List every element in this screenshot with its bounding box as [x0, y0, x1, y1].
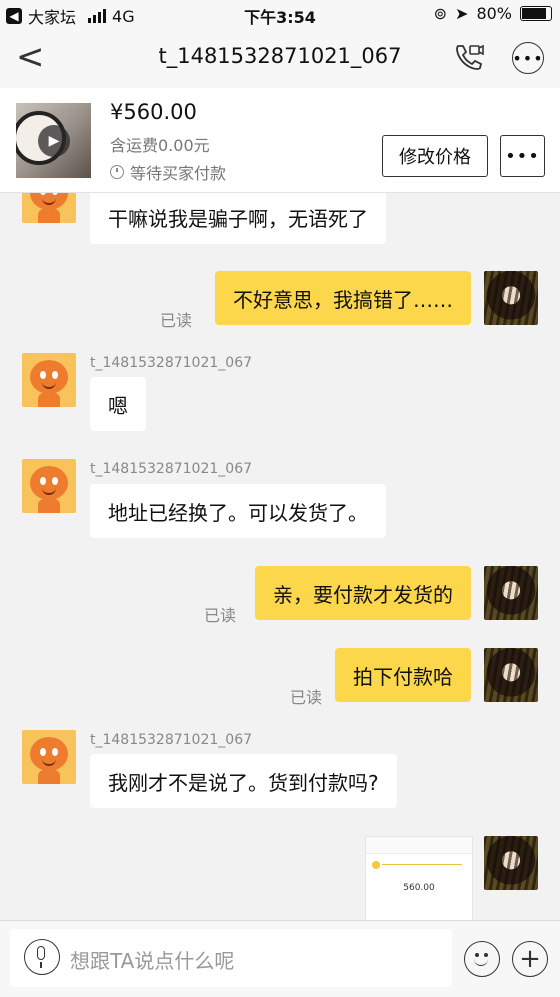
read-receipt: 已读 [204, 606, 237, 625]
my-message-bubble[interactable]: 亲，要付款才发货的 [255, 566, 471, 620]
input-bar: 想跟TA说点什么呢 + [0, 920, 560, 997]
microphone-icon[interactable] [24, 939, 60, 975]
nav-bar: < t_1481532871021_067 ••• [0, 28, 560, 88]
sender-name: t_1481532871021_067 [90, 461, 253, 477]
product-price: ¥560.00 [110, 100, 197, 124]
message-bubble[interactable]: 我刚才不是说了。货到付款吗? [90, 754, 397, 808]
message-bubble[interactable]: 地址已经换了。可以发货了。 [90, 484, 386, 538]
clock-icon [110, 165, 124, 179]
sender-name: t_1481532871021_067 [90, 732, 253, 748]
my-avatar[interactable] [484, 566, 538, 620]
message-input[interactable]: 想跟TA说点什么呢 [10, 929, 452, 987]
order-status: 等待买家付款 [110, 160, 226, 184]
play-icon: ▶ [38, 125, 70, 157]
image-amount: 560.00 [403, 883, 435, 893]
phone-video-call-icon[interactable] [452, 40, 486, 74]
seller-avatar[interactable] [22, 353, 76, 407]
location-icon: ➤ [455, 4, 469, 23]
seller-avatar[interactable] [22, 193, 76, 223]
seller-avatar[interactable] [22, 730, 76, 784]
sender-name: t_1481532871021_067 [90, 355, 253, 371]
product-card: ▶ ¥560.00 含运费0.00元 等待买家付款 修改价格 ••• [0, 88, 560, 193]
seller-avatar[interactable] [22, 459, 76, 513]
edit-price-button[interactable]: 修改价格 [382, 135, 488, 177]
image-message[interactable]: 560.00 [365, 836, 473, 922]
message-bubble[interactable]: 干嘛说我是骗子啊，无语死了 [90, 193, 386, 244]
my-message-bubble[interactable]: 拍下付款哈 [335, 648, 471, 702]
shipping-fee: 含运费0.00元 [110, 136, 210, 155]
message-input-placeholder: 想跟TA说点什么呢 [70, 949, 235, 973]
chat-area[interactable]: 干嘛说我是骗子啊，无语死了 已读 不好意思，我搞错了…… t_148153287… [0, 193, 560, 920]
battery-icon [520, 6, 552, 21]
my-avatar[interactable] [484, 271, 538, 325]
emoji-icon[interactable] [464, 941, 500, 977]
read-receipt: 已读 [160, 311, 193, 330]
plus-icon[interactable]: + [512, 941, 548, 977]
orientation-lock-icon: ⊚ [433, 4, 448, 23]
product-more-button[interactable]: ••• [500, 135, 545, 177]
battery-label: 80% [476, 4, 512, 23]
my-avatar[interactable] [484, 836, 538, 890]
status-right: ⊚ ➤ 80% [434, 4, 552, 23]
status-bar: ◀ 大家坛 4G 下午3:54 ⊚ ➤ 80% [0, 0, 560, 28]
message-bubble[interactable]: 嗯 [90, 377, 146, 431]
read-receipt: 已读 [290, 688, 323, 707]
order-status-label: 等待买家付款 [130, 164, 227, 183]
product-thumbnail[interactable]: ▶ [16, 103, 91, 178]
more-options-icon[interactable]: ••• [512, 42, 544, 74]
my-message-bubble[interactable]: 不好意思，我搞错了…… [215, 271, 471, 325]
my-avatar[interactable] [484, 648, 538, 702]
